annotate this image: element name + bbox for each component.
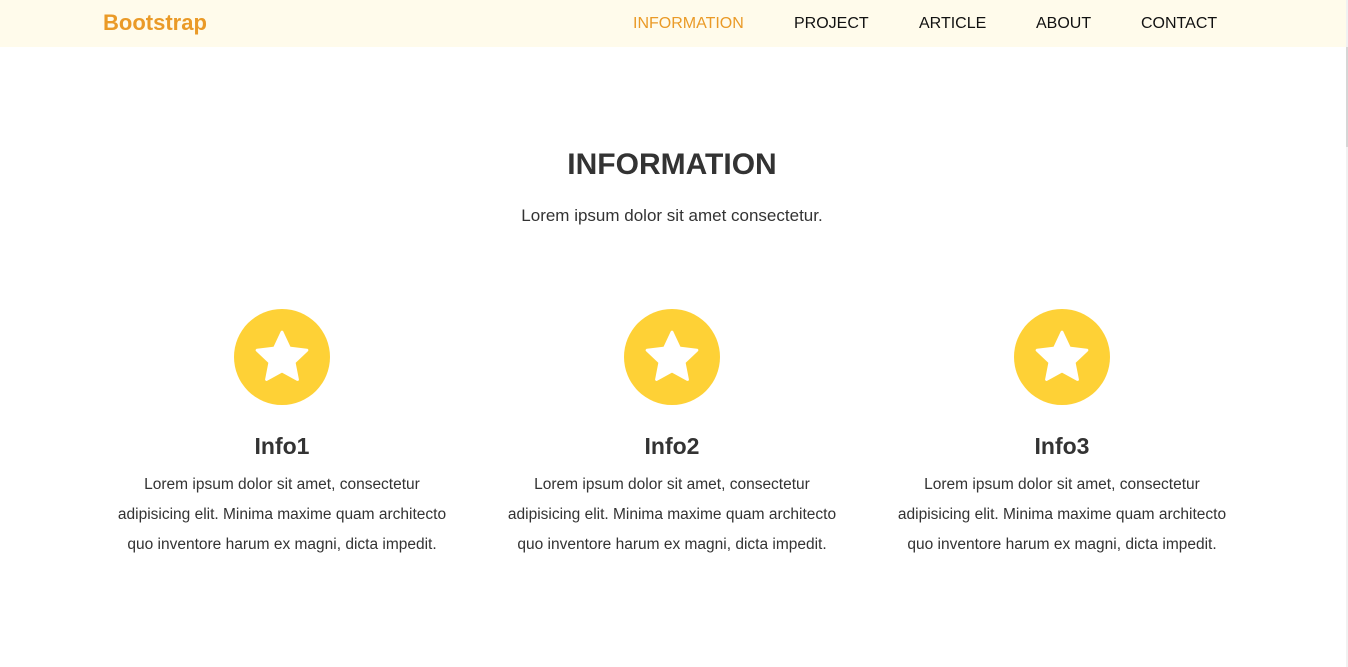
star-icon [234, 309, 330, 405]
card-title: Info2 [644, 433, 700, 459]
card-text: Lorem ipsum dolor sit amet, consectetur … [507, 476, 837, 553]
nav-link-about[interactable]: ABOUT [1036, 14, 1091, 33]
star-icon [624, 309, 720, 405]
nav-link-contact[interactable]: CONTACT [1141, 14, 1217, 33]
card-text: Lorem ipsum dolor sit amet, consectetur … [897, 476, 1227, 553]
nav-link-article[interactable]: ARTICLE [919, 14, 986, 33]
page: Bootstrap INFORMATION PROJECT ARTICLE AB… [0, 0, 1348, 667]
card-title: Info3 [1034, 433, 1090, 459]
section-subtitle: Lorem ipsum dolor sit amet consectetur. [521, 206, 823, 225]
card-title: Info1 [254, 433, 310, 459]
navbar: Bootstrap INFORMATION PROJECT ARTICLE AB… [0, 0, 1348, 47]
nav-links: INFORMATION PROJECT ARTICLE ABOUT CONTAC… [0, 0, 1348, 47]
section-title: INFORMATION [567, 148, 777, 181]
nav-link-information[interactable]: INFORMATION [633, 14, 744, 33]
star-icon [1014, 309, 1110, 405]
info-card: Info1 Lorem ipsum dolor sit amet, consec… [102, 309, 462, 560]
nav-link-project[interactable]: PROJECT [794, 14, 869, 33]
info-card: Info2 Lorem ipsum dolor sit amet, consec… [492, 309, 852, 560]
info-card: Info3 Lorem ipsum dolor sit amet, consec… [882, 309, 1242, 560]
card-text: Lorem ipsum dolor sit amet, consectetur … [117, 476, 447, 553]
